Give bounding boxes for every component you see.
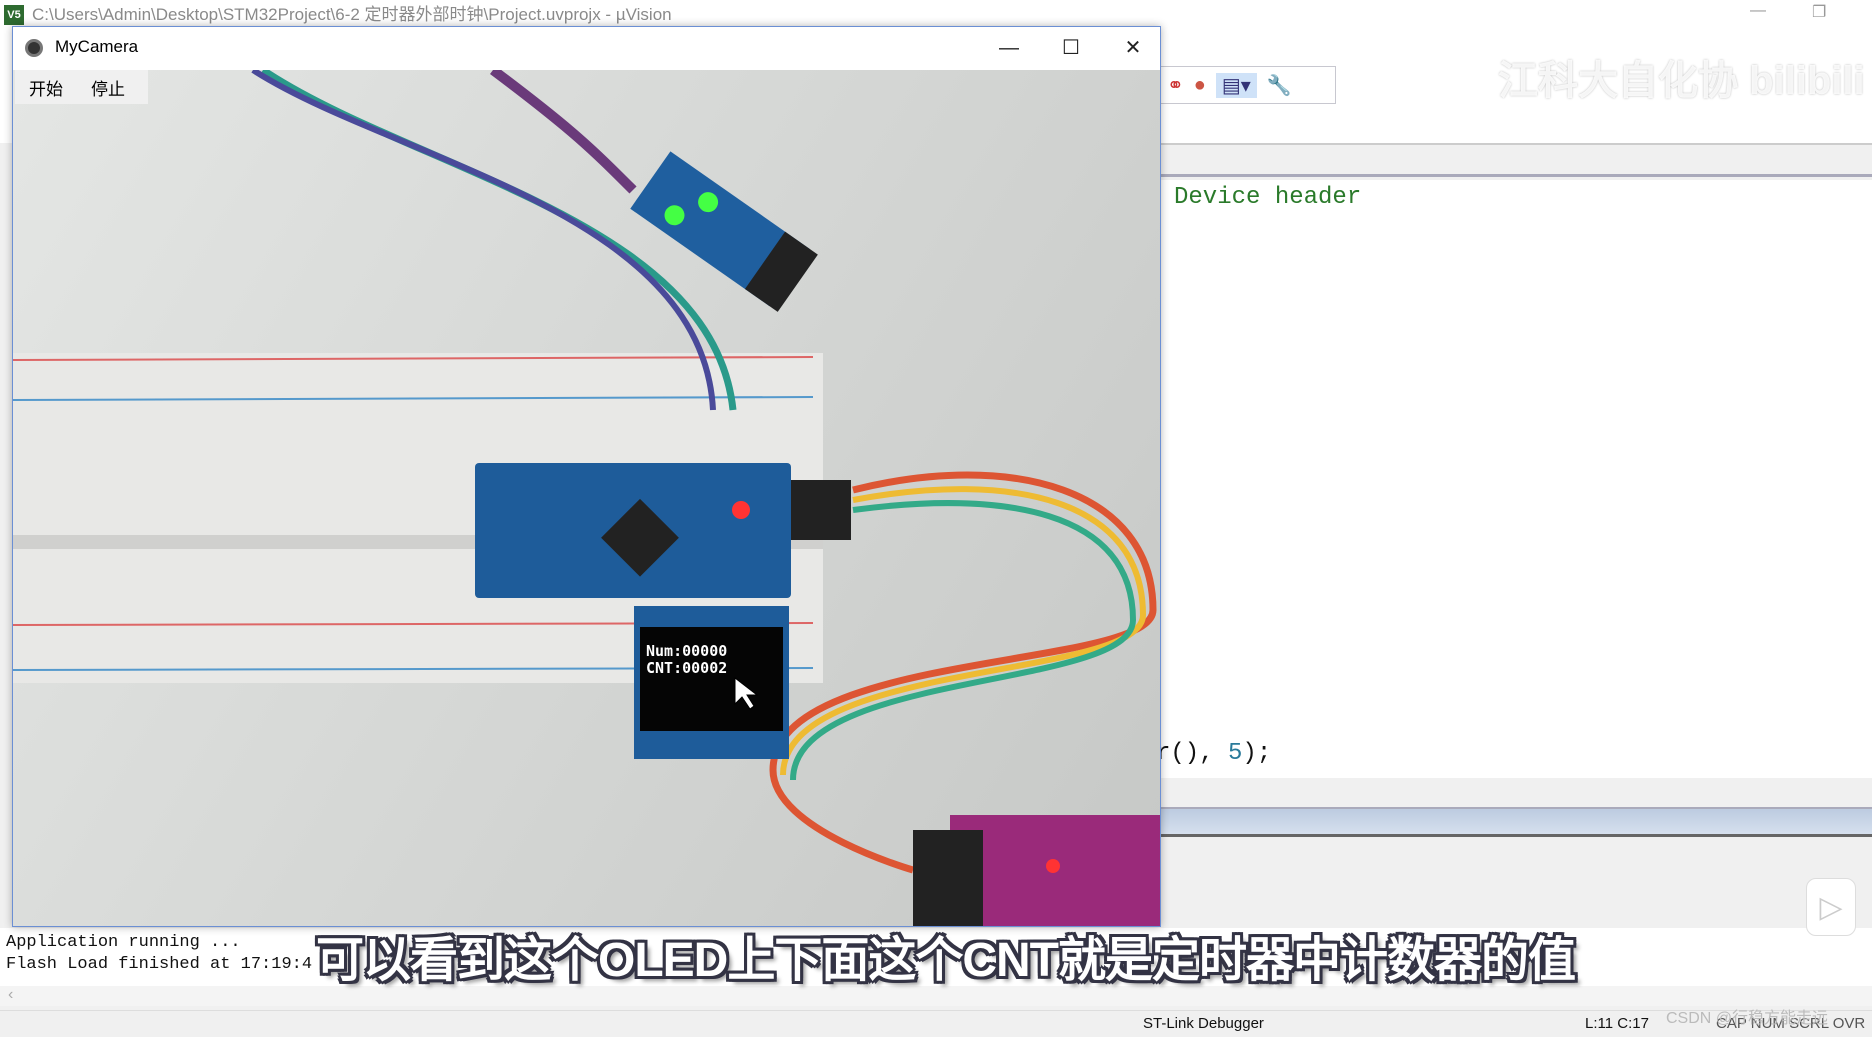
maximize-button[interactable]: ☐ [1041,31,1101,65]
scroll-left-icon[interactable]: ‹ [8,986,13,1003]
wire [489,66,637,194]
video-subtitle: 可以看到这个OLED上下面这个CNT就是定时器中计数器的值 [316,934,1576,987]
window-layout-icon[interactable]: ▤▾ [1215,72,1257,98]
kill-breakpoints-icon[interactable]: ● [1194,74,1206,97]
board-led [732,501,750,519]
code-number: 5 [1228,740,1243,767]
status-debugger: ST-Link Debugger [1143,1015,1264,1032]
mycamera-window: MyCamera — ☐ ✕ 开始 停止 Num:00000 CNT:00002 [12,26,1161,927]
panel-title-bar [1160,807,1872,837]
code-comment: Device header [1174,184,1362,211]
wrench-icon[interactable]: 🔧 [1267,73,1292,98]
debug-toolbar: ⚭ ● ▤▾ 🔧 [1160,66,1336,104]
bilibili-watermark: 江科大自化协 bilibili [1498,48,1865,106]
oled-line-num: Num:00000 [646,642,727,660]
editor-tabstrip [1160,143,1872,177]
ide-title: C:\Users\Admin\Desktop\STM32Project\6-2 … [32,5,672,24]
breakpoint-icon[interactable]: ⚭ [1167,73,1184,98]
code-text: r(), [1156,740,1229,767]
status-position: L:11 C:17 [1585,1015,1649,1032]
status-bar: ST-Link Debugger L:11 C:17 CAP NUM SCRL … [0,1010,1872,1036]
oled-line-cnt: CNT:00002 [646,659,727,677]
code-editor[interactable]: Device header r(), 5); [1156,180,1872,780]
editor-scrollbar[interactable] [1160,778,1872,806]
output-line: Flash Load finished at 17:19:4 [6,955,313,974]
wire [790,500,1137,781]
camera-scene: Num:00000 CNT:00002 [13,66,1160,926]
code-text: ); [1242,740,1272,767]
minimize-icon[interactable]: — [1750,2,1766,20]
camera-feed: Num:00000 CNT:00002 [13,66,1160,926]
stop-button[interactable]: 停止 [77,75,139,100]
bilibili-play-icon[interactable]: ▷ [1806,878,1856,936]
code-line: r(), 5); [1156,740,1271,767]
camera-title-bar: MyCamera — ☐ ✕ [13,27,1160,70]
uvision-logo-icon: V5 [4,5,24,25]
start-button[interactable]: 开始 [15,75,77,100]
close-button[interactable]: ✕ [1103,31,1160,65]
watermark-text: 江科大自化协 bilibili [1498,59,1865,103]
camera-icon [25,39,43,57]
minimize-button[interactable]: — [979,31,1039,65]
camera-menu: 开始 停止 [15,70,148,104]
camera-title: MyCamera [55,37,139,56]
header-connector [791,480,851,540]
csdn-watermark: CSDN @行稳方能走远 [1666,1010,1829,1027]
output-line: Application running ... [6,933,241,952]
restore-icon[interactable]: ❐ [1812,2,1826,22]
